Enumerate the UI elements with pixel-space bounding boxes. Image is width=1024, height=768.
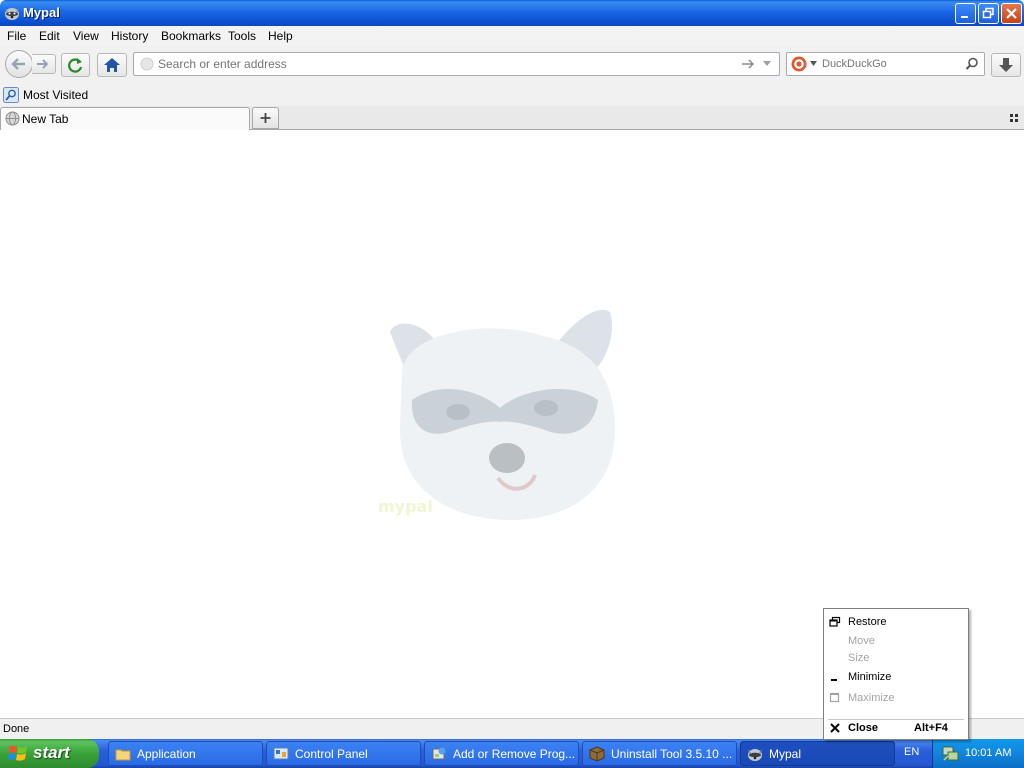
restore-button[interactable] — [978, 3, 999, 24]
status-text: Done — [3, 723, 30, 735]
clock: 10:01 AM — [965, 747, 1012, 759]
menu-item-shortcut: Alt+F4 — [914, 722, 948, 734]
menu-history[interactable]: History — [111, 29, 148, 43]
restore-icon — [982, 7, 994, 19]
most-visited-icon — [3, 87, 19, 103]
task-label: Control Panel — [295, 747, 368, 761]
menu-bar: File Edit View History Bookmarks Tools H… — [0, 26, 1024, 46]
minimize-icon — [961, 16, 968, 18]
add-remove-programs-icon — [432, 747, 446, 760]
dropdown-icon[interactable] — [762, 60, 772, 68]
raccoon-logo: mypal — [378, 309, 615, 520]
folder-icon — [115, 749, 131, 761]
new-tab-button[interactable] — [252, 107, 279, 129]
raccoon-icon[interactable] — [4, 5, 20, 21]
menu-item-label: Move — [848, 635, 875, 647]
back-forward-group — [5, 50, 57, 78]
menu-item-label: Restore — [848, 616, 887, 628]
forward-button[interactable] — [32, 54, 56, 74]
reload-icon — [68, 58, 83, 73]
restore-icon — [829, 616, 841, 627]
language-indicator[interactable]: EN — [896, 739, 930, 768]
home-button[interactable] — [97, 53, 127, 77]
back-icon — [11, 58, 25, 70]
menu-item-size: Size — [826, 649, 966, 667]
language-label: EN — [904, 746, 920, 758]
search-bar[interactable] — [786, 52, 985, 76]
menu-edit[interactable]: Edit — [39, 29, 60, 43]
address-bar[interactable] — [133, 52, 780, 76]
close-icon — [1006, 8, 1017, 19]
tray-network-icon[interactable] — [942, 745, 959, 762]
menu-item-label: Maximize — [848, 692, 895, 704]
download-icon — [999, 58, 1013, 72]
minimize-button[interactable] — [955, 3, 976, 24]
minimize-icon — [831, 679, 837, 681]
address-input[interactable] — [158, 56, 728, 72]
task-control-panel[interactable]: Control Panel — [266, 741, 421, 766]
menu-bookmarks[interactable]: Bookmarks — [161, 29, 221, 43]
start-button[interactable]: start — [0, 739, 99, 768]
task-mypal[interactable]: Mypal — [740, 741, 895, 766]
grid-icon[interactable] — [1009, 113, 1019, 123]
menu-item-minimize[interactable]: Minimize — [826, 668, 966, 686]
downloads-button[interactable] — [991, 53, 1021, 77]
taskbar: start Application Control Panel Add or R… — [0, 739, 1024, 768]
tab-favicon-icon — [5, 111, 20, 126]
duckduckgo-icon[interactable] — [791, 56, 807, 72]
tab-new-tab[interactable]: New Tab — [0, 107, 250, 131]
navigation-toolbar — [0, 46, 1024, 84]
menu-item-label: Size — [848, 652, 870, 664]
menu-item-restore[interactable]: Restore — [826, 613, 966, 631]
menu-item-close[interactable]: Close Alt+F4 — [826, 719, 966, 737]
system-tray: 10:01 AM — [932, 739, 1024, 768]
task-add-remove-programs[interactable]: Add or Remove Prog... — [424, 741, 579, 766]
menu-file[interactable]: File — [7, 29, 26, 43]
maximize-icon — [829, 692, 840, 703]
mypal-logo-text: mypal — [378, 497, 433, 516]
tab-strip: New Tab — [0, 106, 1024, 131]
home-icon — [104, 58, 120, 72]
task-application[interactable]: Application — [108, 741, 263, 766]
menu-item-label: Close — [848, 722, 878, 734]
bookmarks-toolbar: Most Visited — [0, 84, 1024, 106]
menu-help[interactable]: Help — [268, 29, 293, 43]
engine-dropdown-icon[interactable] — [810, 61, 817, 66]
task-uninstall-tool[interactable]: Uninstall Tool 3.5.10 ... — [582, 741, 737, 766]
menu-item-move: Move — [826, 632, 966, 650]
task-label: Uninstall Tool 3.5.10 ... — [611, 747, 733, 761]
back-button[interactable] — [5, 50, 33, 78]
bookmark-label: Most Visited — [23, 88, 89, 102]
close-icon — [830, 723, 840, 733]
windows-logo-icon — [8, 745, 27, 761]
task-label: Add or Remove Prog... — [453, 747, 576, 761]
task-label: Application — [137, 747, 196, 761]
title-bar[interactable]: Mypal — [0, 0, 1024, 26]
reload-button[interactable] — [61, 53, 90, 77]
page-icon — [140, 57, 154, 71]
raccoon-icon — [748, 749, 762, 761]
search-input[interactable] — [822, 56, 957, 72]
menu-item-label: Minimize — [848, 671, 892, 683]
bookmark-most-visited[interactable]: Most Visited — [3, 87, 88, 103]
forward-icon — [37, 59, 49, 69]
uninstall-tool-icon — [589, 746, 605, 762]
plus-icon — [260, 113, 271, 123]
menu-view[interactable]: View — [73, 29, 99, 43]
window-context-menu: Restore Move Size Minimize Maximize Clos… — [823, 608, 969, 740]
window-title: Mypal — [23, 5, 60, 20]
menu-item-maximize: Maximize — [826, 689, 966, 707]
task-label: Mypal — [769, 747, 802, 761]
go-arrow-icon[interactable] — [741, 58, 755, 70]
tab-label: New Tab — [22, 112, 69, 126]
close-button[interactable] — [1001, 3, 1022, 24]
control-panel-icon — [273, 747, 289, 760]
menu-tools[interactable]: Tools — [228, 29, 256, 43]
search-icon[interactable] — [965, 57, 979, 71]
start-label: start — [33, 743, 70, 762]
